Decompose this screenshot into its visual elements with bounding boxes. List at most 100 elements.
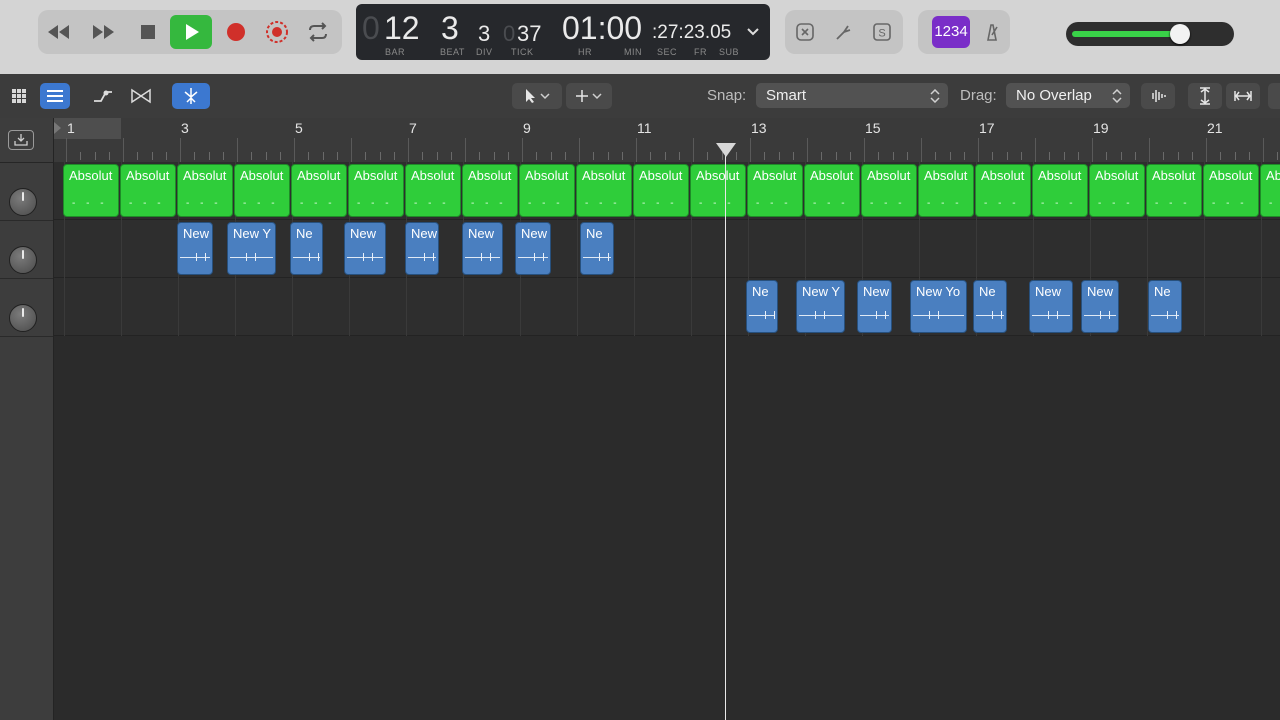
playhead[interactable] bbox=[725, 150, 726, 720]
lcd-display[interactable]: 0 12 3 3 0 37 01:00 :27:23.05 BAR BEAT D… bbox=[356, 4, 770, 60]
track-2-region[interactable]: New bbox=[344, 222, 386, 275]
capture-recording-button[interactable] bbox=[261, 16, 293, 48]
track-2-region[interactable]: New bbox=[462, 222, 503, 275]
global-tracks-button[interactable] bbox=[8, 130, 34, 150]
drag-label: Drag: bbox=[960, 87, 997, 104]
track-1-region[interactable]: Absolut - - - bbox=[1203, 164, 1259, 217]
track-3-region[interactable]: Ne bbox=[746, 280, 778, 333]
drag-select[interactable]: No Overlap bbox=[1006, 83, 1130, 108]
waveform-transient bbox=[424, 253, 434, 261]
track-1-region[interactable]: Absolut - - - bbox=[405, 164, 461, 217]
count-in-button[interactable]: 1234 bbox=[932, 16, 970, 48]
ruler-tick bbox=[906, 152, 908, 160]
horizontal-zoom-button[interactable] bbox=[1226, 83, 1260, 109]
track-1-region[interactable]: Absolut - - - bbox=[462, 164, 518, 217]
track-2-region[interactable]: New bbox=[405, 222, 439, 275]
cycle-button[interactable] bbox=[302, 16, 334, 48]
region-name: Absolut bbox=[582, 168, 626, 183]
region-name: Absolut bbox=[1209, 168, 1253, 183]
record-button[interactable] bbox=[220, 16, 252, 48]
track-1-region[interactable]: Absolut - - - bbox=[1146, 164, 1202, 217]
region-name: Absolut bbox=[1095, 168, 1139, 183]
catch-icon bbox=[184, 88, 198, 104]
track-1-region[interactable]: Absolut - - - bbox=[576, 164, 632, 217]
track-1-region[interactable]: Absolut - - - bbox=[861, 164, 917, 217]
track-1-region[interactable]: Absolut - - - bbox=[918, 164, 974, 217]
track-1-region[interactable]: Absolut - - - bbox=[177, 164, 233, 217]
ruler-tick bbox=[151, 152, 153, 160]
metronome-button[interactable] bbox=[976, 16, 1008, 48]
midi-notes: - - - bbox=[927, 198, 963, 209]
track-3-region[interactable]: New bbox=[1029, 280, 1073, 333]
rewind-button[interactable] bbox=[42, 16, 74, 48]
track-1-region[interactable]: Absolut - - - bbox=[120, 164, 176, 217]
track-3-region[interactable]: New Yo bbox=[910, 280, 967, 333]
region-name: Absolut bbox=[981, 168, 1025, 183]
track-3-volume-knob[interactable] bbox=[9, 304, 37, 332]
grid-view-button[interactable] bbox=[4, 83, 34, 109]
cycle-icon bbox=[309, 22, 327, 42]
track-2-region[interactable]: New bbox=[515, 222, 551, 275]
track-1-region[interactable]: Absolut - - - bbox=[633, 164, 689, 217]
vertical-zoom-button[interactable] bbox=[1188, 83, 1222, 109]
secondary-tool-menu[interactable] bbox=[566, 83, 612, 109]
track-1-region[interactable]: Absolut - - - bbox=[690, 164, 746, 217]
snap-select[interactable]: Smart bbox=[756, 83, 948, 108]
waveform-transient bbox=[765, 311, 775, 319]
ruler-cycle-area bbox=[54, 118, 121, 139]
track-2-region[interactable]: Ne bbox=[290, 222, 323, 275]
track-1-region[interactable]: Absolut - - - bbox=[804, 164, 860, 217]
track-1-region[interactable]: Absolut - - - bbox=[234, 164, 290, 217]
track-3-region[interactable]: New bbox=[1081, 280, 1119, 333]
track-2-region[interactable]: Ne bbox=[580, 222, 614, 275]
track-1-volume-knob[interactable] bbox=[9, 188, 37, 216]
track-1-region[interactable]: Absolut - - - bbox=[1260, 164, 1280, 217]
solo-icon: S bbox=[873, 23, 891, 41]
track-1-region[interactable]: Absolut - - - bbox=[1089, 164, 1145, 217]
lcd-label-div: DIV bbox=[476, 47, 493, 57]
flex-button[interactable] bbox=[126, 83, 156, 109]
catch-button[interactable] bbox=[172, 83, 210, 109]
waveform-zoom-button[interactable] bbox=[1141, 83, 1175, 109]
midi-notes: - - - bbox=[699, 198, 735, 209]
chevron-down-icon bbox=[747, 28, 759, 36]
stop-button[interactable] bbox=[132, 16, 164, 48]
automation-button[interactable] bbox=[88, 83, 118, 109]
track-1-region[interactable]: Absolut - - - bbox=[63, 164, 119, 217]
track-1-region[interactable]: Absolut - - - bbox=[291, 164, 347, 217]
play-button[interactable] bbox=[170, 15, 212, 49]
midi-notes: - - - bbox=[642, 198, 678, 209]
track-2-region[interactable]: New bbox=[177, 222, 213, 275]
region-name: New bbox=[468, 226, 495, 241]
track-1-region[interactable]: Absolut - - - bbox=[747, 164, 803, 217]
track-3-region[interactable]: New Y bbox=[796, 280, 845, 333]
ruler-tick bbox=[279, 152, 281, 160]
track-1-region[interactable]: Absolut - - - bbox=[1032, 164, 1088, 217]
track-1-region[interactable]: Absolut - - - bbox=[348, 164, 404, 217]
ruler-tick bbox=[650, 152, 652, 160]
pointer-tool-menu[interactable] bbox=[512, 83, 562, 109]
fast-forward-button[interactable] bbox=[88, 16, 120, 48]
solo-button[interactable]: S bbox=[866, 16, 898, 48]
ruler-tick bbox=[892, 152, 894, 160]
bar-ruler[interactable]: 1 3 5 7 9 11 13 15 17 19 21 bbox=[54, 118, 1280, 163]
track-1-region[interactable]: Absolut - - - bbox=[519, 164, 575, 217]
track-1-region[interactable]: Absolut - - - bbox=[975, 164, 1031, 217]
master-volume-slider[interactable] bbox=[1066, 22, 1234, 46]
updown-chevron-icon bbox=[930, 89, 940, 103]
track-3-region[interactable]: Ne bbox=[973, 280, 1007, 333]
track-3-region[interactable]: Ne bbox=[1148, 280, 1182, 333]
master-volume-thumb[interactable] bbox=[1170, 24, 1190, 44]
track-2-volume-knob[interactable] bbox=[9, 246, 37, 274]
tracks-view-button[interactable] bbox=[40, 83, 70, 109]
header-divider bbox=[0, 162, 53, 163]
tuner-button[interactable] bbox=[828, 16, 860, 48]
low-latency-button[interactable] bbox=[789, 16, 821, 48]
track-2-region[interactable]: New Y bbox=[227, 222, 276, 275]
waveform-transient bbox=[1100, 311, 1110, 319]
playhead-handle[interactable] bbox=[716, 143, 736, 157]
track-3-region[interactable]: New bbox=[857, 280, 892, 333]
ruler-tick bbox=[564, 152, 566, 160]
lcd-mode-dropdown[interactable] bbox=[746, 24, 764, 42]
toolbar-overflow[interactable] bbox=[1268, 83, 1280, 109]
